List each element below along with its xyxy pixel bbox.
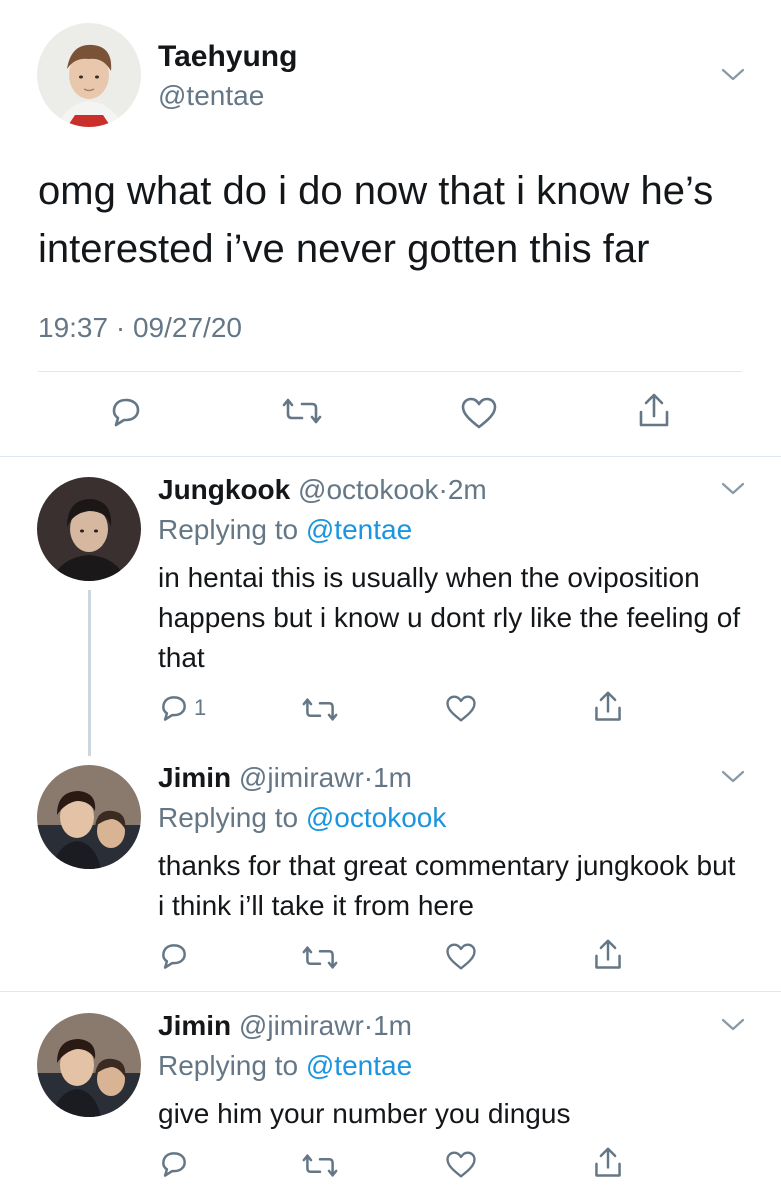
reply-text: thanks for that great commentary jungkoo…: [158, 850, 736, 921]
avatar-taehyung[interactable]: [37, 23, 141, 127]
reply-author-name[interactable]: Jimin: [158, 762, 231, 793]
avatar-jungkook[interactable]: [37, 477, 141, 581]
chevron-down-icon: [721, 770, 745, 783]
tweet-timestamp[interactable]: 19:37 · 09/27/20: [38, 312, 242, 344]
author-name[interactable]: Taehyung: [158, 40, 297, 74]
reply-bubble-icon: [162, 944, 186, 969]
retweet-icon: [282, 398, 322, 424]
chevron-down-icon: [721, 1018, 745, 1031]
chevron-down-icon: [721, 68, 745, 81]
thread-connector: [88, 590, 91, 756]
reply-text: in hentai this is usually when the ovipo…: [158, 562, 741, 673]
replying-prefix: Replying to: [158, 514, 299, 545]
retweet-icon: [302, 1154, 338, 1177]
retweet-button[interactable]: [302, 1152, 338, 1179]
share-button[interactable]: [592, 938, 624, 972]
avatar-jimin[interactable]: [37, 765, 141, 869]
reply-header: Jimin @jimirawr·1m: [158, 762, 412, 794]
retweet-button[interactable]: [302, 696, 338, 723]
heart-icon: [446, 943, 476, 970]
reply-author-handle[interactable]: @jimirawr: [239, 1010, 364, 1041]
avatar-jimin[interactable]: [37, 1013, 141, 1117]
tweet-date: 09/27/20: [132, 312, 242, 343]
replying-prefix: Replying to: [158, 1050, 299, 1081]
reply-author-handle[interactable]: @jimirawr: [239, 762, 364, 793]
reply-header: Jimin @jimirawr·1m: [158, 1010, 412, 1042]
chevron-down-icon: [721, 482, 745, 495]
share-icon: [595, 1147, 621, 1177]
replying-to-link[interactable]: @tentae: [306, 514, 412, 545]
reply-author-name[interactable]: Jungkook: [158, 474, 290, 505]
reply-time: 1m: [373, 762, 413, 793]
divider: [0, 456, 781, 457]
reply-time: 1m: [373, 1010, 413, 1041]
reply-author-handle[interactable]: @octokook: [298, 474, 439, 505]
share-icon: [595, 691, 621, 721]
retweet-icon: [302, 946, 338, 969]
replying-to: Replying to @tentae: [158, 514, 412, 546]
tweet-text: omg what do i do now that i know he’s in…: [38, 169, 714, 271]
heart-icon: [446, 1151, 476, 1178]
reply-header: Jungkook @octokook·2m: [158, 474, 487, 506]
more-options-button[interactable]: [721, 68, 745, 82]
share-icon: [639, 393, 669, 427]
reply-author-name[interactable]: Jimin: [158, 1010, 231, 1041]
heart-icon: [446, 695, 476, 722]
retweet-icon: [302, 698, 338, 721]
retweet-button[interactable]: [282, 396, 322, 426]
replying-prefix: Replying to: [158, 802, 299, 833]
reply-bubble-icon: [162, 696, 186, 721]
like-button[interactable]: [460, 396, 498, 430]
reply-bubble-icon: [162, 1152, 186, 1177]
reply-button[interactable]: [158, 1148, 190, 1180]
reply-dot: ·: [438, 474, 448, 505]
share-icon: [595, 939, 621, 969]
divider: [0, 991, 781, 992]
reply-bubble-icon: [112, 398, 140, 427]
heart-icon: [461, 397, 497, 429]
share-button[interactable]: [636, 392, 672, 430]
reply-button[interactable]: [158, 940, 190, 972]
like-button[interactable]: [445, 694, 477, 723]
author-handle[interactable]: @tentae: [158, 80, 264, 112]
reply-dot: ·: [363, 762, 374, 793]
replying-to: Replying to @octokook: [158, 802, 446, 834]
reply-time: 2m: [447, 474, 487, 505]
reply-button[interactable]: 1: [158, 692, 206, 724]
share-button[interactable]: [592, 690, 624, 724]
more-options-button[interactable]: [721, 770, 745, 784]
meta-separator: ·: [115, 312, 126, 343]
share-button[interactable]: [592, 1146, 624, 1180]
reply-dot: ·: [363, 1010, 374, 1041]
tweet-time: 19:37: [38, 312, 109, 343]
reply-count: 1: [194, 695, 207, 720]
like-button[interactable]: [445, 942, 477, 971]
divider: [38, 371, 742, 372]
replying-to-link[interactable]: @tentae: [306, 1050, 412, 1081]
retweet-button[interactable]: [302, 944, 338, 971]
reply-button[interactable]: [108, 394, 144, 430]
replying-to-link[interactable]: @octokook: [306, 802, 447, 833]
more-options-button[interactable]: [721, 1018, 745, 1032]
replying-to: Replying to @tentae: [158, 1050, 412, 1082]
like-button[interactable]: [445, 1150, 477, 1179]
reply-text: give him your number you dingus: [158, 1098, 571, 1129]
more-options-button[interactable]: [721, 482, 745, 496]
